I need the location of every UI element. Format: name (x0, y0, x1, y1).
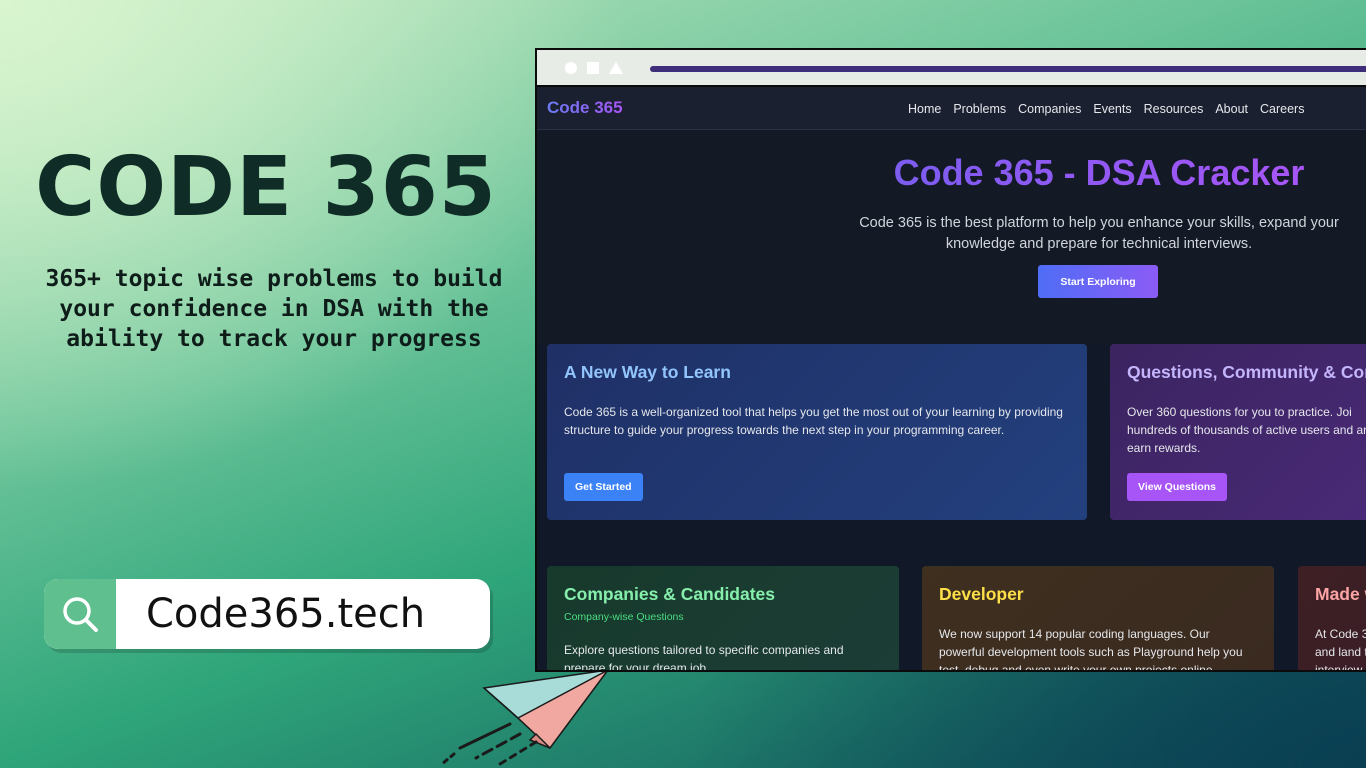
search-icon (63, 597, 98, 632)
nav-home[interactable]: Home (908, 102, 941, 116)
card-new-way-to-learn: A New Way to Learn Code 365 is a well-or… (547, 344, 1087, 520)
promo-subtitle: 365+ topic wise problems to build your c… (45, 266, 503, 352)
card-body: Over 360 questions for you to practice. … (1127, 405, 1366, 455)
view-questions-button[interactable]: View Questions (1127, 473, 1227, 501)
search-icon-box[interactable] (44, 579, 116, 649)
window-circle-icon[interactable] (565, 61, 577, 74)
card-title: Developer (939, 584, 1024, 604)
nav-careers[interactable]: Careers (1260, 102, 1304, 116)
address-bar[interactable] (650, 66, 1366, 72)
paper-plane-icon (440, 668, 611, 766)
nav-links: Home Problems Companies Events Resources… (908, 87, 1316, 130)
site-navbar: Code 365 Home Problems Companies Events … (537, 87, 1366, 130)
card-title: A New Way to Learn (564, 362, 731, 382)
browser-window: Code 365 Home Problems Companies Events … (535, 48, 1366, 672)
hero-section: Code 365 - DSA Cracker Code 365 is the b… (537, 130, 1366, 345)
card-title: Made w (1315, 584, 1366, 604)
card-questions-community: Questions, Community & Con Over 360 ques… (1110, 344, 1366, 520)
card-title: Questions, Community & Con (1127, 362, 1366, 382)
start-exploring-button[interactable]: Start Exploring (1038, 265, 1158, 298)
site-brand[interactable]: Code 365 (547, 98, 623, 118)
card-body: We now support 14 popular coding languag… (939, 627, 1243, 672)
window-square-icon[interactable] (587, 61, 599, 74)
card-subtitle: Company-wise Questions (564, 611, 684, 623)
card-developer: Developer We now support 14 popular codi… (922, 566, 1274, 672)
card-made-with: Made w At Code 3 and land t interview (1298, 566, 1366, 672)
window-triangle-icon[interactable] (609, 61, 623, 74)
nav-problems[interactable]: Problems (953, 102, 1006, 116)
card-body: Explore questions tailored to specific c… (564, 643, 844, 672)
card-body: Code 365 is a well-organized tool that h… (564, 405, 1063, 437)
card-title: Companies & Candidates (564, 584, 776, 604)
promo-title: CODE 365 (35, 140, 497, 235)
card-body: At Code 3 and land t interview (1315, 627, 1366, 672)
url-search-bar[interactable]: Code365.tech (44, 579, 490, 649)
nav-about[interactable]: About (1215, 102, 1248, 116)
nav-companies[interactable]: Companies (1018, 102, 1081, 116)
url-text: Code365.tech (146, 591, 426, 637)
nav-resources[interactable]: Resources (1144, 102, 1204, 116)
nav-events[interactable]: Events (1093, 102, 1131, 116)
browser-titlebar (537, 50, 1366, 87)
hero-title: Code 365 - DSA Cracker (889, 152, 1309, 194)
hero-description: Code 365 is the best platform to help yo… (859, 215, 1339, 252)
get-started-button[interactable]: Get Started (564, 473, 643, 501)
card-companies-candidates: Companies & Candidates Company-wise Ques… (547, 566, 899, 672)
